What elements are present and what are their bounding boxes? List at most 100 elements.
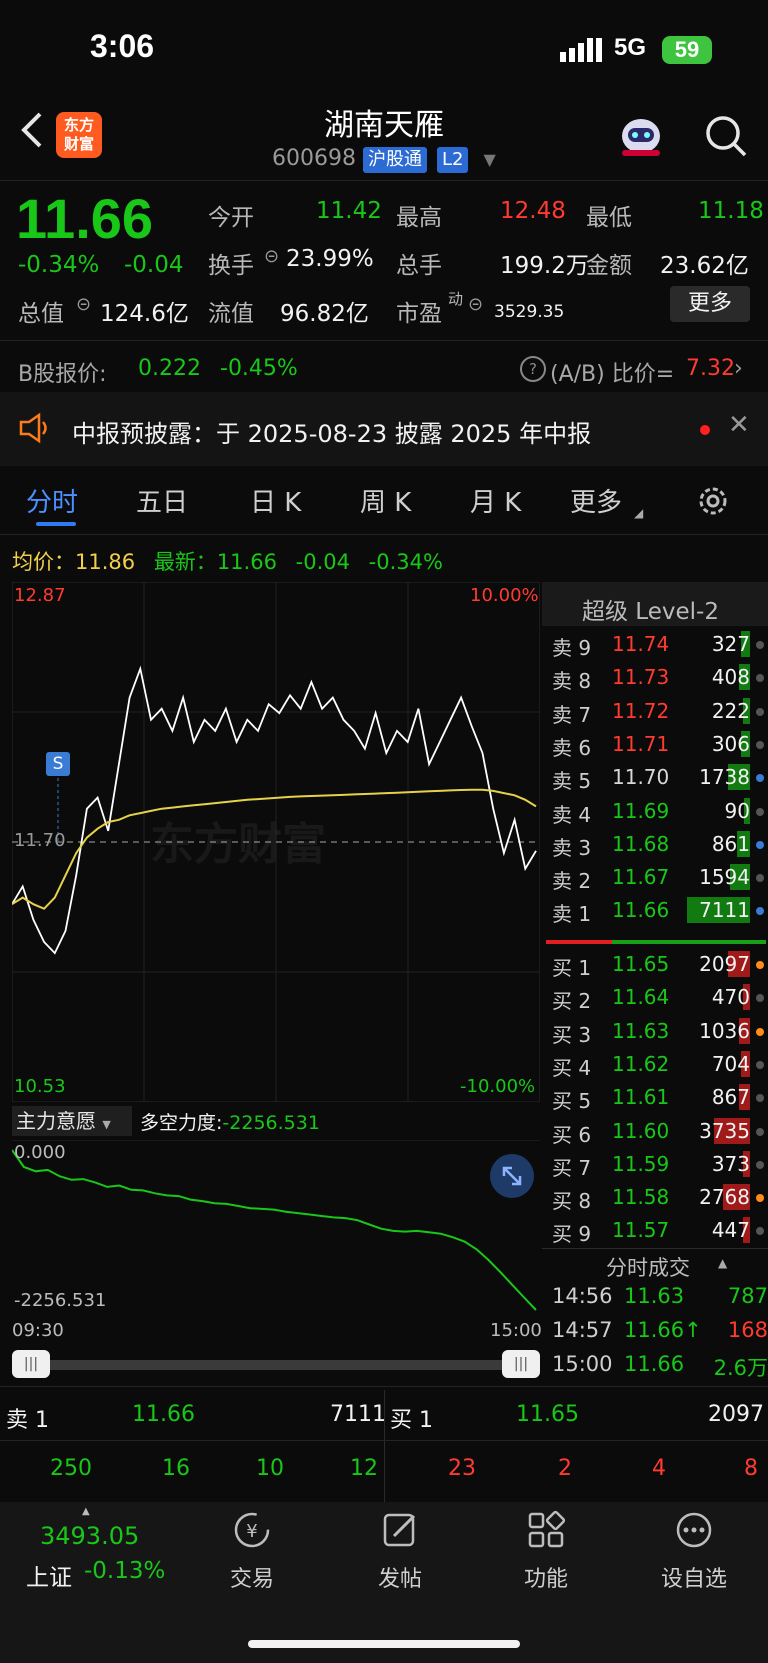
level2-title[interactable]: 超级 Level-2 [582, 592, 719, 626]
bid-price: 11.60 [612, 1118, 670, 1143]
ask-row[interactable]: 卖 6 11.71 306 [544, 728, 768, 761]
bid-row[interactable]: 买 7 11.59 373 [544, 1148, 768, 1181]
ask-row[interactable]: 卖 2 11.67 1594 [544, 861, 768, 894]
bid-level-label: 买 6 [552, 1122, 592, 1147]
tab-intraday[interactable]: 分时 [26, 482, 78, 519]
ask-row[interactable]: 卖 5 11.70 1738 [544, 761, 768, 794]
bid-row[interactable]: 买 5 11.61 867 [544, 1081, 768, 1114]
trade-volume: 168 [727, 1318, 768, 1342]
sub-bottom-label: -2256.531 [14, 1290, 107, 1311]
ask-level-label: 卖 1 [552, 902, 592, 927]
gear-icon[interactable] [696, 484, 730, 522]
close-icon[interactable]: ✕ [728, 410, 750, 440]
search-icon[interactable] [704, 114, 748, 162]
tab-five-day[interactable]: 五日 [136, 482, 188, 519]
ask-volume: 327 [711, 632, 750, 656]
indicator-dropdown[interactable]: 主力意愿 ▼ [12, 1106, 132, 1136]
nav-post[interactable]: 发帖 [330, 1510, 470, 1593]
trades-title[interactable]: 分时成交 [606, 1252, 690, 1282]
buy-queue-2: 4 [652, 1456, 666, 1481]
help-icon[interactable]: ? [520, 356, 546, 382]
speaker-icon [18, 412, 52, 448]
notice-text[interactable]: 中报预披露：于 2025-08-23 披露 2025 年中报 [72, 414, 591, 449]
nav-add-watchlist-label: 设自选 [660, 1567, 727, 1592]
mktcap-value: 124.6亿 [100, 301, 189, 327]
bid-row[interactable]: 买 3 11.63 1036 [544, 1015, 768, 1048]
pe-label: 市盈 [396, 301, 442, 327]
nav-functions[interactable]: 功能 [476, 1510, 616, 1593]
more-button[interactable]: 更多 [670, 286, 750, 322]
range-slider-handle-right[interactable]: ||| [502, 1350, 540, 1378]
trade-list: 14:56 11.63 787 14:57 11.66↑ 168 15:00 11.66 2.6… [552, 1284, 768, 1394]
trade-volume: 787 [727, 1284, 768, 1308]
network-type: 5G [614, 34, 647, 61]
range-slider-track[interactable] [16, 1360, 536, 1370]
pct-max-label: 10.00% [470, 585, 539, 606]
avg-value: 11.86 [75, 550, 136, 574]
bid-row[interactable]: 买 4 11.62 704 [544, 1048, 768, 1081]
ask-level-label: 卖 6 [552, 735, 592, 760]
edit-icon [330, 1510, 470, 1559]
bid-row[interactable]: 买 1 11.65 2097 [544, 948, 768, 981]
ask-row[interactable]: 卖 9 11.74 327 [544, 628, 768, 661]
expand-icon[interactable] [490, 1154, 534, 1198]
avg-label: 均价： [12, 550, 75, 574]
bid-volume: 867 [711, 1085, 750, 1110]
bid-row[interactable]: 买 8 11.58 2768 [544, 1181, 768, 1214]
nav-trade[interactable]: ¥ 交易 [182, 1510, 322, 1593]
sell-queue-3: 12 [350, 1456, 378, 1481]
buy-queue-1: 2 [558, 1456, 572, 1481]
float-cap-label: 流值 [208, 301, 254, 327]
latest-label: 最新： [153, 550, 217, 574]
caret-up-icon: ▲ [82, 1506, 90, 1517]
ask-status-dot [756, 840, 764, 849]
change-percent: -0.34% [18, 252, 100, 278]
bid-row[interactable]: 买 2 11.64 470 [544, 981, 768, 1014]
nav-add-watchlist[interactable]: 设自选 [624, 1510, 764, 1593]
ask-row[interactable]: 卖 8 11.73 408 [544, 661, 768, 694]
range-slider-handle-left[interactable]: ||| [12, 1350, 50, 1378]
ask-row[interactable]: 卖 1 11.66 7111 [544, 894, 768, 927]
chevron-right-icon[interactable]: › [734, 356, 743, 381]
indicator-dropdown-label: 主力意愿 [16, 1109, 96, 1133]
low-label: 最低 [586, 205, 632, 231]
bid-row[interactable]: 买 9 11.57 447 [544, 1214, 768, 1247]
info-dots-icon[interactable]: ⊝ [76, 294, 91, 315]
robot-assistant-icon[interactable] [618, 114, 664, 158]
high-label: 最高 [396, 205, 442, 231]
stock-code: 600698 [272, 146, 356, 171]
level-tag: L2 [436, 147, 469, 173]
chevron-down-icon: ▼ [102, 1118, 111, 1131]
signal-marker-s[interactable]: S [46, 752, 70, 776]
bid-level-label: 买 7 [552, 1155, 592, 1180]
watermark-logo: 东方财富 [150, 819, 326, 870]
tab-more[interactable]: 更多 [570, 482, 622, 519]
bid-row[interactable]: 买 6 11.60 3735 [544, 1115, 768, 1148]
tab-active-indicator [36, 522, 76, 526]
bid-level-label: 买 5 [552, 1089, 592, 1114]
tab-daily-k[interactable]: 日 K [250, 482, 301, 519]
ask-row[interactable]: 卖 7 11.72 222 [544, 695, 768, 728]
ask-price: 11.66 [612, 898, 670, 923]
bottom-buy-price: 11.65 [516, 1402, 579, 1427]
tab-monthly-k[interactable]: 月 K [470, 482, 521, 519]
chg-pct-value: -0.34% [368, 550, 443, 574]
chart-header: 均价：11.86 最新：11.66 -0.04 -0.34% [12, 546, 443, 576]
ask-row[interactable]: 卖 3 11.68 861 [544, 828, 768, 861]
index-change: -0.13% [84, 1558, 166, 1584]
open-label: 今开 [208, 205, 254, 231]
tab-weekly-k[interactable]: 周 K [360, 482, 411, 519]
index-name: 上证 [26, 1565, 72, 1591]
ask-row[interactable]: 卖 4 11.69 90 [544, 795, 768, 828]
index-widget[interactable]: ▲ 3493.05 上证 -0.13% [20, 1506, 180, 1592]
stock-code-row[interactable]: 600698 沪股通 L2 ▼ [272, 146, 496, 173]
ask-price: 11.69 [612, 798, 670, 823]
bid-price: 11.61 [612, 1085, 670, 1110]
info-dots-icon[interactable]: ⊝ [264, 246, 279, 267]
book-divider-red [546, 940, 612, 944]
nav-trade-label: 交易 [229, 1567, 274, 1592]
index-value: 3493.05 [40, 1522, 140, 1550]
info-dots-icon[interactable]: ⊝ [468, 294, 483, 315]
home-indicator [248, 1640, 520, 1648]
trade-row: 14:57 11.66↑ 168 [552, 1318, 768, 1352]
